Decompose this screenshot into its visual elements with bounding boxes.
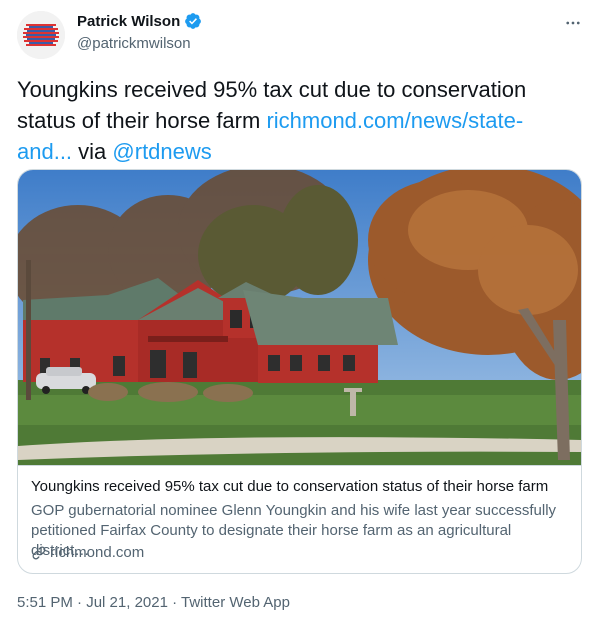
card-domain[interactable]: richmond.com <box>31 544 144 561</box>
author-name-row[interactable]: Patrick Wilson <box>77 12 202 30</box>
tweet-date[interactable]: Jul 21, 2021 <box>86 594 168 611</box>
tweet-via: via <box>72 139 113 164</box>
card-body[interactable]: Youngkins received 95% tax cut due to co… <box>18 465 581 573</box>
author-handle[interactable]: @patrickmwilson <box>77 35 191 52</box>
more-options-button[interactable] <box>562 12 584 34</box>
tweet-text: Youngkins received 95% tax cut due to co… <box>17 74 577 167</box>
link-icon <box>32 546 46 559</box>
display-name[interactable]: Patrick Wilson <box>77 13 180 30</box>
tweet-source[interactable]: Twitter Web App <box>181 594 290 611</box>
tweet-time[interactable]: 5:51 PM <box>17 594 73 611</box>
verified-badge-icon <box>185 13 202 29</box>
card-image-horse-farm[interactable] <box>18 170 582 465</box>
tweet: Patrick Wilson @patrickmwilson Youngkins… <box>0 0 592 626</box>
meta-separator: · <box>72 594 87 611</box>
tweet-meta: 5:51 PM · Jul 21, 2021 · Twitter Web App <box>17 594 290 611</box>
avatar[interactable] <box>17 11 65 59</box>
meta-separator: · <box>167 594 182 611</box>
tweet-mention[interactable]: @rtdnews <box>112 139 211 164</box>
card-title[interactable]: Youngkins received 95% tax cut due to co… <box>31 478 571 495</box>
link-preview-card[interactable]: Youngkins received 95% tax cut due to co… <box>17 169 582 574</box>
more-horizontal-icon <box>566 21 580 25</box>
card-domain-text[interactable]: richmond.com <box>50 544 144 561</box>
